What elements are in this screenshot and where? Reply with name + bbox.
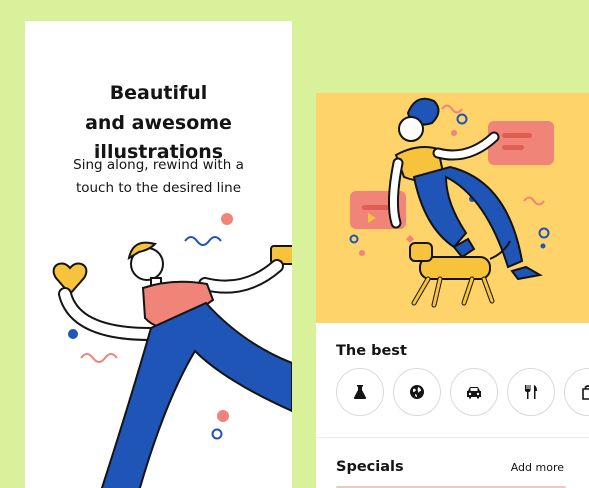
globe-icon xyxy=(410,385,424,399)
robot-dog-illustration xyxy=(349,97,554,308)
bag-icon xyxy=(582,385,589,400)
category-cutlery-button[interactable] xyxy=(507,368,555,416)
best-section-title: The best xyxy=(336,343,407,359)
category-globe-button[interactable] xyxy=(393,368,441,416)
section-divider xyxy=(316,437,589,438)
flask-icon xyxy=(353,385,367,399)
hero-subtitle-line-1: Sing along, rewind with a xyxy=(73,157,244,173)
category-car-button[interactable] xyxy=(450,368,498,416)
category-row xyxy=(336,368,589,420)
dancing-person-illustration xyxy=(52,213,292,488)
category-bag-button[interactable] xyxy=(564,368,589,416)
add-more-link[interactable]: Add more xyxy=(511,461,564,474)
featured-illustration xyxy=(316,93,589,323)
hero-subtitle-line-2: touch to the desired line xyxy=(75,180,242,196)
car-icon xyxy=(467,387,481,399)
category-flask-button[interactable] xyxy=(336,368,384,416)
hero-title-line-2: and awesome xyxy=(85,111,232,134)
hero-title-line-1: Beautiful xyxy=(109,82,208,104)
cutlery-icon xyxy=(525,385,537,399)
hero-subtitle: Sing along, rewind with a touch to the d… xyxy=(25,154,292,200)
discover-card: The best Specials Add more xyxy=(316,93,589,488)
specials-section-title: Specials xyxy=(336,459,404,475)
onboarding-card: Beautiful and awesome illustrations Sing… xyxy=(25,21,292,488)
